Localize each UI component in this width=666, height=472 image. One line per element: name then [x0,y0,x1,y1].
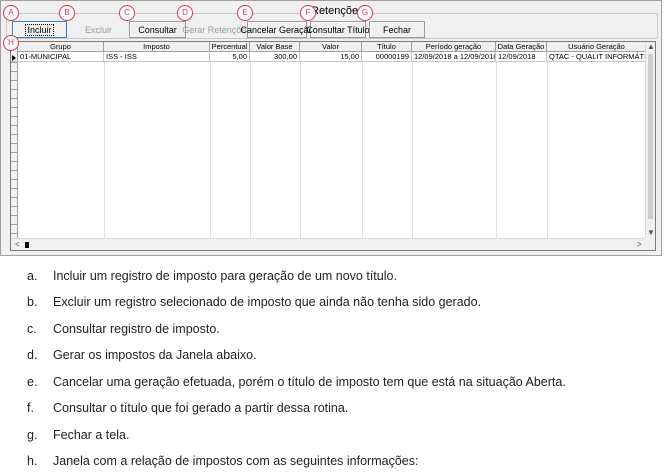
legend-letter: g. [27,428,38,442]
legend-letter: f. [27,401,34,415]
legend-text: Fechar a tela. [53,428,130,442]
legend-text: Excluir um registro selecionado de impos… [53,295,482,309]
legend-text: Consultar registro de imposto. [53,322,220,336]
cell-valor-base: 300,00 [250,52,300,62]
incluir-button[interactable]: Incluir [12,21,67,38]
cell-data-geracao: 12/09/2018 [496,52,547,62]
cell-percentual: 5,00 [210,52,250,62]
consultar-button[interactable]: Consultar [129,21,186,38]
scroll-down-icon[interactable]: ▼ [647,228,655,238]
grid-header: Grupo Imposto Percentual Valor Base Valo… [11,42,647,52]
legend-letter: e. [27,375,38,389]
excluir-button[interactable]: Excluir [71,21,126,38]
gerar-retencoes-button[interactable]: Gerar Retenções [182,21,251,38]
consultar-titulo-button-label: Consultar Título [306,24,370,35]
table-row[interactable]: 01-MUNICIPAL ISS - ISS 5,00 300,00 15,00… [11,52,647,62]
legend-letter: h. [27,454,38,468]
fechar-button[interactable]: Fechar [369,21,425,38]
consultar-titulo-button[interactable]: Consultar Título [306,21,370,38]
callout-marker-b: B [59,5,75,21]
callout-marker-a: A [3,5,19,21]
cell-usuario-geracao: QTAC - QUALIT INFORMÁTICA [549,52,647,61]
column-header-percentual[interactable]: Percentual [210,42,250,52]
legend-text: Incluir um registro de imposto para gera… [53,269,397,283]
fechar-button-label: Fechar [382,24,411,35]
callout-marker-h: H [3,35,19,51]
consultar-button-label: Consultar [138,24,177,35]
cell-periodo-geracao: 12/09/2018 a 12/09/2018 [414,52,496,62]
legend-text: Cancelar uma geração efetuada, porém o t… [53,375,566,389]
retencoes-window: Retenções Incluir Excluir Consultar Gera… [0,0,662,256]
row-indicator-column [11,42,18,238]
legend-text: Janela com a relação de impostos com as … [53,454,419,468]
column-header-imposto[interactable]: Imposto [104,42,210,52]
callout-marker-c: C [119,5,135,21]
column-header-valor-base[interactable]: Valor Base [250,42,300,52]
cancelar-geracao-button[interactable]: Cancelar Geração [240,21,314,38]
column-header-grupo[interactable]: Grupo [18,42,104,52]
scroll-left-icon[interactable]: < [15,240,20,250]
cell-imposto: ISS - ISS [104,52,210,62]
legend-text: Consultar o título que foi gerado a part… [53,401,349,415]
vertical-scrollbar[interactable]: ▲ ▼ [645,42,655,238]
column-header-usuario-geracao[interactable]: Usuário Geração [547,42,647,52]
horizontal-scroll-thumb[interactable] [25,242,29,248]
callout-marker-e: E [237,5,253,21]
scroll-up-icon[interactable]: ▲ [647,42,655,52]
horizontal-scrollbar[interactable]: < > [11,238,647,250]
excluir-button-label: Excluir [84,24,112,35]
column-header-periodo-geracao[interactable]: Período geração [412,42,496,52]
incluir-button-label: Incluir [25,23,54,36]
cell-titulo: 00000199 [362,52,412,62]
cancelar-geracao-button-label: Cancelar Geração [240,24,314,35]
cell-grupo: 01-MUNICIPAL [18,52,104,62]
column-header-titulo[interactable]: Título [362,42,412,52]
vertical-scroll-thumb[interactable] [648,54,653,219]
callout-marker-d: D [177,5,193,21]
cell-valor: 15,00 [300,52,362,62]
column-header-valor[interactable]: Valor [300,42,362,52]
legend-letter: a. [27,269,38,283]
callout-marker-g: G [357,5,373,21]
legend-letter: c. [27,322,37,336]
scrollbar-corner [645,238,655,250]
impostos-grid[interactable]: Grupo Imposto Percentual Valor Base Valo… [10,41,656,251]
scroll-right-icon[interactable]: > [637,240,642,250]
legend-text: Gerar os impostos da Janela abaixo. [53,348,257,362]
legend-letter: b. [27,295,38,309]
callout-marker-f: F [300,5,316,21]
column-header-data-geracao[interactable]: Data Geração [496,42,547,52]
legend-letter: d. [27,348,38,362]
